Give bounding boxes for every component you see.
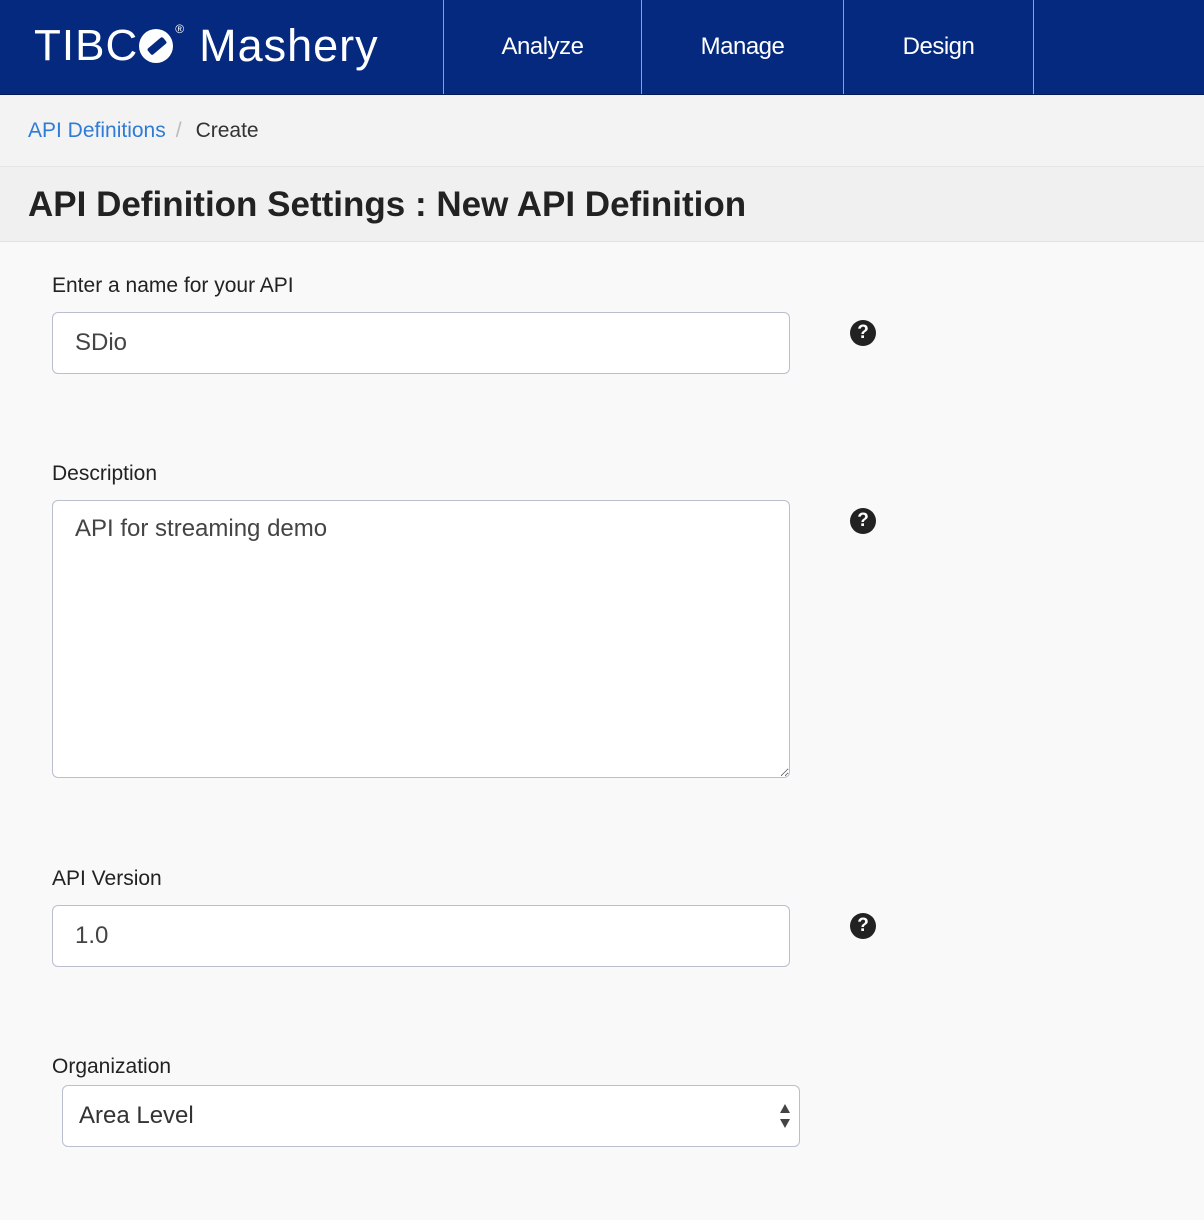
top-navigation-bar: TIBC ® Mashery Analyze Manage Design <box>0 0 1204 95</box>
nav-tab-manage[interactable]: Manage <box>641 0 843 94</box>
breadcrumb-api-definitions-link[interactable]: API Definitions <box>28 119 166 143</box>
organization-label: Organization <box>52 1055 172 1078</box>
api-name-label: Enter a name for your API <box>52 274 294 297</box>
api-version-input[interactable] <box>52 905 790 967</box>
logo-tibco-text: TIBC <box>34 21 139 70</box>
breadcrumb-current: Create <box>195 118 259 142</box>
api-version-label: API Version <box>52 867 162 890</box>
logo-o-icon <box>139 29 174 63</box>
page-title: API Definition Settings : New API Defini… <box>28 185 747 224</box>
organization-select[interactable]: Area Level <box>62 1085 800 1147</box>
tibco-mashery-logo[interactable]: TIBC ® Mashery <box>34 18 379 74</box>
page-title-bar: API Definition Settings : New API Defini… <box>0 167 1204 242</box>
breadcrumb-separator: / <box>175 118 182 142</box>
breadcrumb: API Definitions / Create <box>0 95 1204 167</box>
description-textarea[interactable]: API for streaming demo <box>52 500 790 778</box>
nav-tab-analyze[interactable]: Analyze <box>443 0 641 94</box>
select-updown-arrows-icon <box>780 1104 790 1128</box>
logo-mashery-text: Mashery <box>199 20 379 71</box>
description-label: Description <box>52 462 158 485</box>
description-help-icon[interactable]: ? <box>850 508 876 534</box>
api-version-help-icon[interactable]: ? <box>850 913 876 939</box>
api-name-input[interactable] <box>52 312 790 374</box>
api-name-help-icon[interactable]: ? <box>850 320 876 346</box>
organization-selected-value: Area Level <box>79 1102 194 1129</box>
registered-mark: ® <box>175 22 186 36</box>
nav-tab-design[interactable]: Design <box>843 0 1034 94</box>
